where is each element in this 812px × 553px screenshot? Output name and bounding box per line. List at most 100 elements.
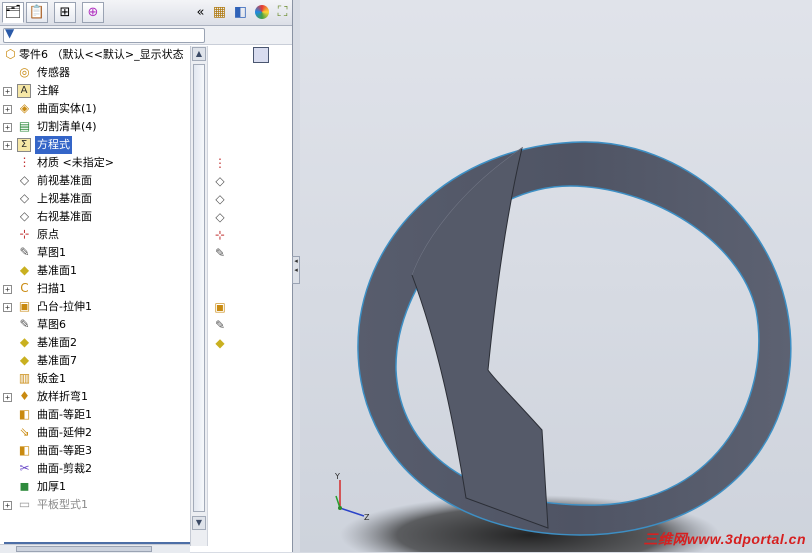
tree-item[interactable]: ⋮ 材质 <未指定>: [0, 154, 190, 172]
model-view: Y Z: [334, 141, 792, 552]
lofted-bend-icon: ♦: [19, 389, 30, 403]
target-icon: ⊕: [87, 5, 99, 20]
tree-item[interactable]: ◧ 曲面-等距1: [0, 406, 190, 424]
box-button[interactable]: ◧: [231, 3, 250, 22]
display-state-plane-feature-icon[interactable]: ◆: [212, 335, 228, 351]
feature-tree: ⬡ 零件6 （默认<<默认>_显示状态 ◎ 传感器 + A 注解 + ◈ 曲面实体(1) + ▤ 切…: [0, 46, 190, 546]
tree-item[interactable]: ✎ 草图6: [0, 316, 190, 334]
display-state-material-icon[interactable]: ⋮: [212, 155, 228, 171]
expand-toggle[interactable]: +: [3, 141, 12, 150]
tree-item[interactable]: + C 扫描1: [0, 280, 190, 298]
panel-splitter-handle[interactable]: ◂ ◂: [292, 256, 300, 284]
expand-toggle[interactable]: +: [3, 87, 12, 96]
tree-item[interactable]: ◧ 曲面-等距3: [0, 442, 190, 460]
tree-item[interactable]: ◆ 基准面1: [0, 262, 190, 280]
property-icon: 📋: [28, 5, 46, 20]
feature-manager-panel: 🗂 📋 ⊞ ⊕ « ▦ ◧ ⛶ ▼ ⬡ 零件6 （默认<<默认>_显示状态 ◎ 传…: [0, 0, 293, 553]
tree-item[interactable]: + ◈ 曲面实体(1): [0, 100, 190, 118]
tree-item-label: 加厚1: [37, 480, 66, 493]
appearance-button[interactable]: [252, 3, 271, 22]
scroll-up-button[interactable]: ▲: [192, 47, 206, 61]
tree-item[interactable]: ◎ 传感器: [0, 64, 190, 82]
tree-item-label: 前视基准面: [37, 174, 92, 187]
tree-item[interactable]: ◆ 基准面2: [0, 334, 190, 352]
tree-item[interactable]: + ▤ 切割清单(4): [0, 118, 190, 136]
expand-toggle[interactable]: +: [3, 285, 12, 294]
thicken-icon: ◼: [19, 479, 30, 493]
tree-item[interactable]: ✂ 曲面-剪裁2: [0, 460, 190, 478]
expand-toggle[interactable]: +: [3, 501, 12, 510]
expand-panel-button[interactable]: «: [191, 3, 210, 22]
dimxpert-tab[interactable]: ⊕: [82, 2, 104, 23]
display-state-plane-icon[interactable]: ◇: [212, 173, 228, 189]
featuremanager-tab[interactable]: 🗂: [2, 2, 24, 23]
tree-item-label: 传感器: [37, 66, 70, 79]
tree-item[interactable]: ✎ 草图1: [0, 244, 190, 262]
feature-tree-icon: 🗂: [4, 5, 22, 20]
display-state-swatch[interactable]: [253, 47, 269, 63]
tree-item[interactable]: ◼ 加厚1: [0, 478, 190, 496]
configurationmanager-tab[interactable]: ⊞: [54, 2, 76, 23]
tree-item[interactable]: ◇ 右视基准面: [0, 208, 190, 226]
tree-item[interactable]: + ▣ 凸台-拉伸1: [0, 298, 190, 316]
scroll-down-button[interactable]: ▼: [192, 516, 206, 530]
tree-item-label: 草图6: [37, 318, 66, 331]
expand-toggle[interactable]: +: [3, 123, 12, 132]
sweep-icon: C: [20, 281, 29, 295]
tree-item[interactable]: + ♦ 放样折弯1: [0, 388, 190, 406]
tree-item[interactable]: + Σ 方程式: [0, 136, 190, 154]
tree-root-part[interactable]: ⬡ 零件6 （默认<<默认>_显示状态: [0, 46, 190, 64]
graphics-viewport[interactable]: Y Z 三维网www.3dportal.cn: [300, 0, 812, 552]
tree-item[interactable]: + ▭ 平板型式1: [0, 496, 190, 514]
appearance-icon: [254, 5, 269, 19]
coordinate-triad: Y Z: [334, 472, 370, 522]
sheet-metal-icon: ▥: [18, 371, 31, 385]
double-chevron-icon: «: [196, 5, 205, 20]
down-arrow-icon: ▼: [195, 518, 203, 527]
tree-item-label: 材质 <未指定>: [37, 156, 114, 169]
tree-filter-input[interactable]: ▼: [3, 26, 205, 43]
tree-item-label: 曲面实体(1): [37, 102, 97, 115]
origin-icon: ⊹: [19, 227, 30, 241]
sketch-icon: ✎: [19, 245, 30, 259]
tree-item[interactable]: + A 注解: [0, 82, 190, 100]
scene-button[interactable]: ⛶: [273, 3, 292, 22]
expand-toggle[interactable]: +: [3, 393, 12, 402]
tree-item-label: 原点: [37, 228, 59, 241]
tree-item[interactable]: ◇ 前视基准面: [0, 172, 190, 190]
tree-item[interactable]: ⊹ 原点: [0, 226, 190, 244]
display-state-plane-icon[interactable]: ◇: [212, 209, 228, 225]
filter-row: ▼: [0, 26, 292, 45]
display-state-column: [207, 46, 232, 546]
horizontal-scroll-thumb[interactable]: [16, 546, 152, 552]
material-icon: ⋮: [18, 155, 31, 169]
propertymanager-tab[interactable]: 📋: [26, 2, 48, 23]
tree-item[interactable]: ◇ 上视基准面: [0, 190, 190, 208]
sensor-icon: ◎: [19, 65, 30, 79]
extrude-icon: ▣: [18, 299, 31, 313]
display-state-sketch-icon[interactable]: ✎: [212, 317, 228, 333]
triad-y-label: Y: [334, 472, 340, 481]
display-states-button[interactable]: ▦: [210, 3, 229, 22]
tree-vertical-scrollbar[interactable]: ▲ ▼: [190, 46, 207, 546]
configuration-icon: ⊞: [59, 5, 71, 20]
tree-item-label: 放样折弯1: [37, 390, 88, 403]
expand-toggle[interactable]: +: [3, 105, 12, 114]
display-state-extrude-icon[interactable]: ▣: [212, 299, 228, 315]
display-state-sketch-icon[interactable]: ✎: [212, 245, 228, 261]
tree-item-label: 切割清单(4): [37, 120, 97, 133]
expand-toggle[interactable]: +: [3, 303, 12, 312]
tree-item-label: 钣金1: [37, 372, 66, 385]
display-state-plane-icon[interactable]: ◇: [212, 191, 228, 207]
filter-icon: ▼: [5, 26, 15, 40]
triad-z-label: Z: [364, 513, 370, 522]
box-icon: ◧: [233, 4, 248, 20]
tree-item[interactable]: ⇘ 曲面-延伸2: [0, 424, 190, 442]
tree-item[interactable]: ◆ 基准面7: [0, 352, 190, 370]
scroll-thumb[interactable]: [193, 64, 205, 512]
tree-item-label: 曲面-等距3: [37, 444, 92, 457]
tree-item[interactable]: ▥ 钣金1: [0, 370, 190, 388]
display-state-origin-icon[interactable]: ⊹: [212, 227, 228, 243]
offset-surface-icon: ◧: [18, 407, 31, 421]
equation-icon: Σ: [17, 138, 31, 152]
